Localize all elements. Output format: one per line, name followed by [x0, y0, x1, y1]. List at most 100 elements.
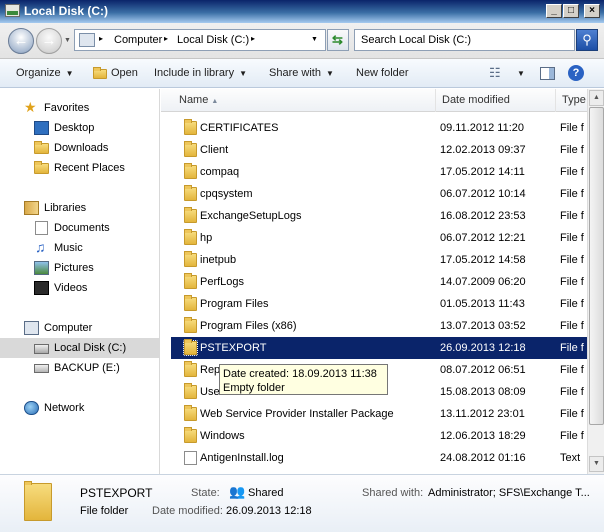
- nav-downloads[interactable]: Downloads: [0, 138, 160, 158]
- views-icon[interactable]: ☷: [489, 65, 501, 81]
- scroll-down-icon[interactable]: ▼: [589, 456, 604, 472]
- file-date-modified: 24.08.2012 01:16: [440, 452, 526, 464]
- text-file-icon: [184, 451, 197, 465]
- nav-music[interactable]: ♫ Music: [0, 238, 160, 258]
- scroll-thumb[interactable]: [589, 107, 604, 425]
- file-row[interactable]: Program Files (x86) 13.07.2013 03:52 File …: [171, 315, 587, 337]
- selected-folder-icon: [24, 481, 52, 521]
- nav-favorites-label: Favorites: [44, 102, 90, 114]
- nav-pictures[interactable]: Pictures: [0, 258, 160, 278]
- details-pane: PSTEXPORT File folder State: 👥 Shared Da…: [0, 474, 604, 532]
- nav-computer[interactable]: Computer: [0, 318, 160, 338]
- details-shared-value: Administrator; SFS\Exchange T...: [428, 487, 590, 499]
- title-bar[interactable]: Local Disk (C:) _ □ ×: [0, 0, 604, 23]
- preview-pane-icon[interactable]: [540, 67, 555, 80]
- open-button[interactable]: Open: [111, 67, 138, 79]
- refresh-button[interactable]: [327, 29, 349, 51]
- file-name: hp: [200, 232, 213, 244]
- file-row[interactable]: CERTIFICATES 09.11.2012 11:20 File f: [171, 117, 587, 139]
- file-row[interactable]: Web Service Provider Installer Package 13…: [171, 403, 587, 425]
- forward-button[interactable]: →: [36, 28, 62, 54]
- file-name: inetpub: [200, 254, 237, 266]
- breadcrumb-separator-icon[interactable]: ▸: [99, 34, 103, 43]
- file-row[interactable]: AntigenInstall.log 24.08.2012 01:16 Text: [171, 447, 587, 469]
- file-date-modified: 15.08.2013 08:09: [440, 386, 526, 398]
- nav-libraries[interactable]: Libraries: [0, 198, 160, 218]
- file-date-modified: 26.09.2013 12:18: [440, 342, 526, 354]
- file-row[interactable]: hp 06.07.2012 12:21 File f: [171, 227, 587, 249]
- breadcrumb-separator-icon[interactable]: ▸: [251, 34, 255, 43]
- file-row[interactable]: PSTEXPORT 26.09.2013 12:18 File f: [171, 337, 587, 359]
- details-state-label: State:: [191, 487, 220, 499]
- file-row[interactable]: Program Files 01.05.2013 11:43 File f: [171, 293, 587, 315]
- file-row[interactable]: PerfLogs 14.07.2009 06:20 File f: [171, 271, 587, 293]
- details-modified-label: Date modified:: [152, 505, 223, 517]
- minimize-button[interactable]: _: [546, 4, 562, 18]
- folder-icon: [184, 427, 197, 443]
- file-row[interactable]: cpqsystem 06.07.2012 10:14 File f: [171, 183, 587, 205]
- file-type: File f: [560, 188, 584, 200]
- address-row: ← → ▼ ▸ Computer ▸ Local Disk (C:) ▸ ▼ S…: [0, 23, 604, 59]
- sort-ascending-icon: ▲: [211, 98, 219, 105]
- nav-desktop[interactable]: Desktop: [0, 118, 160, 138]
- file-date-modified: 16.08.2012 23:53: [440, 210, 526, 222]
- folder-icon: [184, 185, 197, 201]
- breadcrumb-separator-icon[interactable]: ▸: [164, 34, 168, 43]
- help-icon[interactable]: ?: [568, 65, 584, 81]
- file-type: File f: [560, 276, 584, 288]
- nav-documents[interactable]: Documents: [0, 218, 160, 238]
- file-row[interactable]: inetpub 17.05.2012 14:58 File f: [171, 249, 587, 271]
- maximize-button[interactable]: □: [563, 4, 579, 18]
- nav-videos[interactable]: Videos: [0, 278, 160, 298]
- file-name: Client: [200, 144, 229, 156]
- file-date-modified: 06.07.2012 12:21: [440, 232, 526, 244]
- file-type: File f: [560, 166, 584, 178]
- new-folder-button[interactable]: New folder: [356, 67, 409, 79]
- search-input[interactable]: Search Local Disk (C:): [354, 29, 575, 51]
- file-row[interactable]: ExchangeSetupLogs 16.08.2012 23:53 File f: [171, 205, 587, 227]
- nav-favorites[interactable]: ★ Favorites: [0, 98, 160, 118]
- address-history-dropdown-icon[interactable]: ▼: [311, 36, 318, 43]
- file-list: CERTIFICATES 09.11.2012 11:20 File f Client…: [161, 112, 587, 474]
- search-icon[interactable]: ⚲: [576, 29, 598, 51]
- file-name: AntigenInstall.log: [200, 452, 284, 464]
- nav-computer-label: Computer: [44, 322, 93, 334]
- file-date-modified: 14.07.2009 06:20: [440, 276, 526, 288]
- folder-icon: [183, 339, 198, 356]
- tooltip-folder-status: Empty folder: [223, 382, 285, 394]
- nav-network[interactable]: Network: [0, 398, 160, 418]
- breadcrumb-computer[interactable]: Computer: [114, 34, 162, 46]
- nav-recent-places[interactable]: Recent Places: [0, 158, 160, 178]
- address-bar[interactable]: ▸ Computer ▸ Local Disk (C:) ▸ ▼: [74, 29, 326, 51]
- nav-backup[interactable]: BACKUP (E:): [0, 358, 160, 378]
- recent-pages-dropdown-icon[interactable]: ▼: [64, 37, 71, 44]
- file-row[interactable]: compaq 17.05.2012 14:11 File f: [171, 161, 587, 183]
- nav-local-disk[interactable]: Local Disk (C:): [0, 338, 160, 358]
- scroll-up-icon[interactable]: ▲: [589, 90, 604, 106]
- column-date-modified[interactable]: Date modified: [436, 89, 556, 112]
- downloads-folder-icon: [34, 141, 49, 154]
- include-in-library-button[interactable]: Include in library ▼: [154, 67, 247, 79]
- column-name[interactable]: Name ▲: [171, 89, 436, 112]
- vertical-scrollbar[interactable]: ▲ ▼: [587, 89, 604, 474]
- recent-places-icon: [34, 161, 49, 174]
- file-type: File f: [560, 430, 584, 442]
- file-date-modified: 06.07.2012 10:14: [440, 188, 526, 200]
- file-row[interactable]: Windows 12.06.2013 18:29 File f: [171, 425, 587, 447]
- file-type: File f: [560, 254, 584, 266]
- views-dropdown-icon[interactable]: ▼: [517, 69, 525, 78]
- folder-icon: [184, 207, 197, 223]
- drive-icon: [5, 4, 20, 17]
- file-type: File f: [560, 122, 584, 134]
- desktop-icon: [34, 121, 49, 135]
- folder-icon: [184, 405, 197, 421]
- organize-button[interactable]: Organize ▼: [16, 67, 74, 79]
- column-type[interactable]: Type: [556, 89, 587, 112]
- share-with-button[interactable]: Share with ▼: [269, 67, 334, 79]
- breadcrumb-local-disk[interactable]: Local Disk (C:): [177, 34, 249, 46]
- file-date-modified: 12.02.2013 09:37: [440, 144, 526, 156]
- file-date-modified: 13.11.2012 23:01: [440, 408, 525, 420]
- back-button[interactable]: ←: [8, 28, 34, 54]
- close-button[interactable]: ×: [584, 4, 600, 18]
- file-row[interactable]: Client 12.02.2013 09:37 File f: [171, 139, 587, 161]
